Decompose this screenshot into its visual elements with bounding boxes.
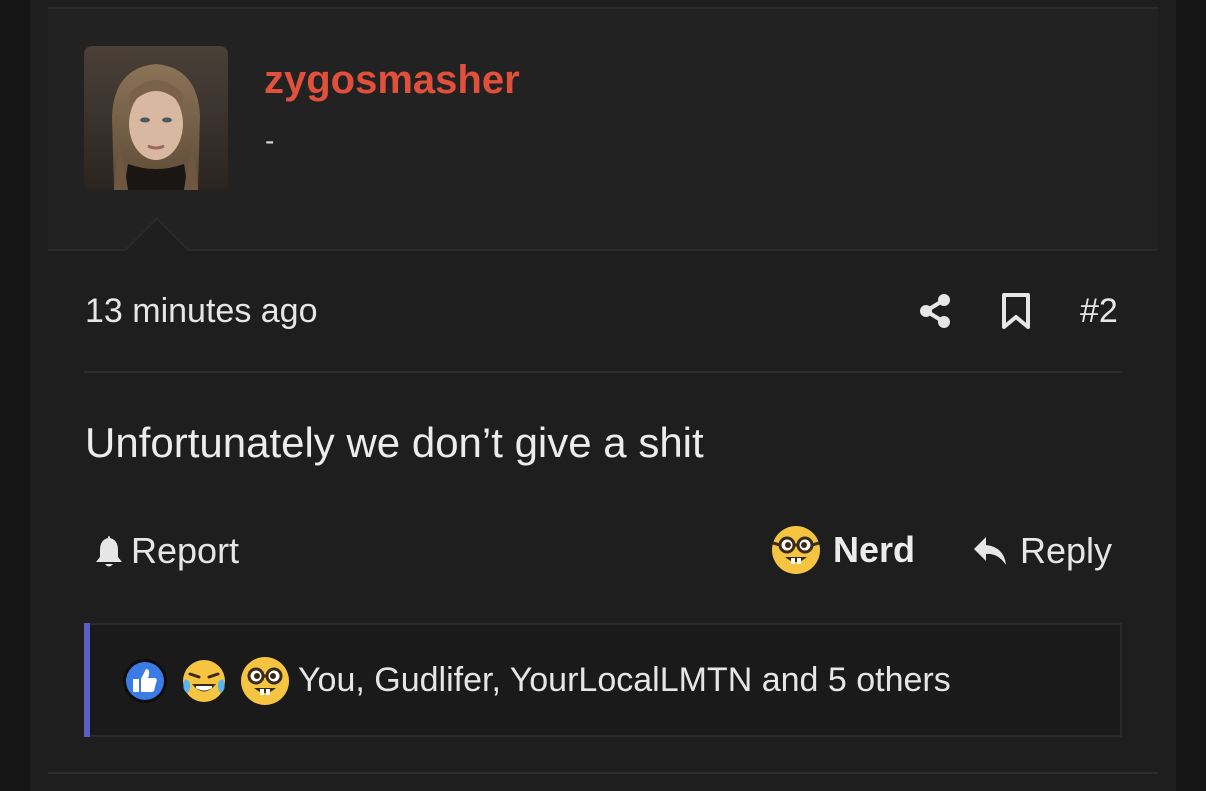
post-bottom-border: [48, 772, 1158, 774]
nerd-reaction-button[interactable]: Nerd: [771, 524, 915, 576]
nerd-face-icon: [241, 657, 289, 705]
report-label: Report: [131, 530, 240, 571]
laughing-crying-icon: [183, 660, 225, 702]
reactions-accent-bar: [84, 623, 90, 737]
reply-arrow-icon: [974, 537, 1006, 565]
reply-label: Reply: [1020, 530, 1113, 571]
report-button[interactable]: Report: [93, 527, 239, 575]
user-title: -: [265, 125, 275, 156]
nerd-label: Nerd: [833, 529, 916, 570]
reaction-icons[interactable]: [122, 656, 302, 706]
nerd-face-icon: [772, 526, 820, 574]
post-body-text: Unfortunately we don’t give a shit: [85, 419, 704, 466]
like-icon: [123, 659, 167, 703]
share-icon[interactable]: [918, 293, 952, 329]
reaction-users-list[interactable]: You, Gudlifer, YourLocalLMTN and 5 other…: [298, 660, 951, 700]
bookmark-icon[interactable]: [1001, 292, 1031, 330]
user-avatar[interactable]: [84, 46, 228, 190]
avatar-image: [84, 46, 228, 190]
reply-button[interactable]: Reply: [972, 527, 1112, 575]
post-timestamp[interactable]: 13 minutes ago: [85, 291, 318, 331]
post-number-link[interactable]: #2: [1080, 291, 1118, 331]
bell-icon: [96, 536, 122, 567]
username[interactable]: zygosmasher: [264, 56, 520, 104]
divider: [84, 371, 1122, 373]
